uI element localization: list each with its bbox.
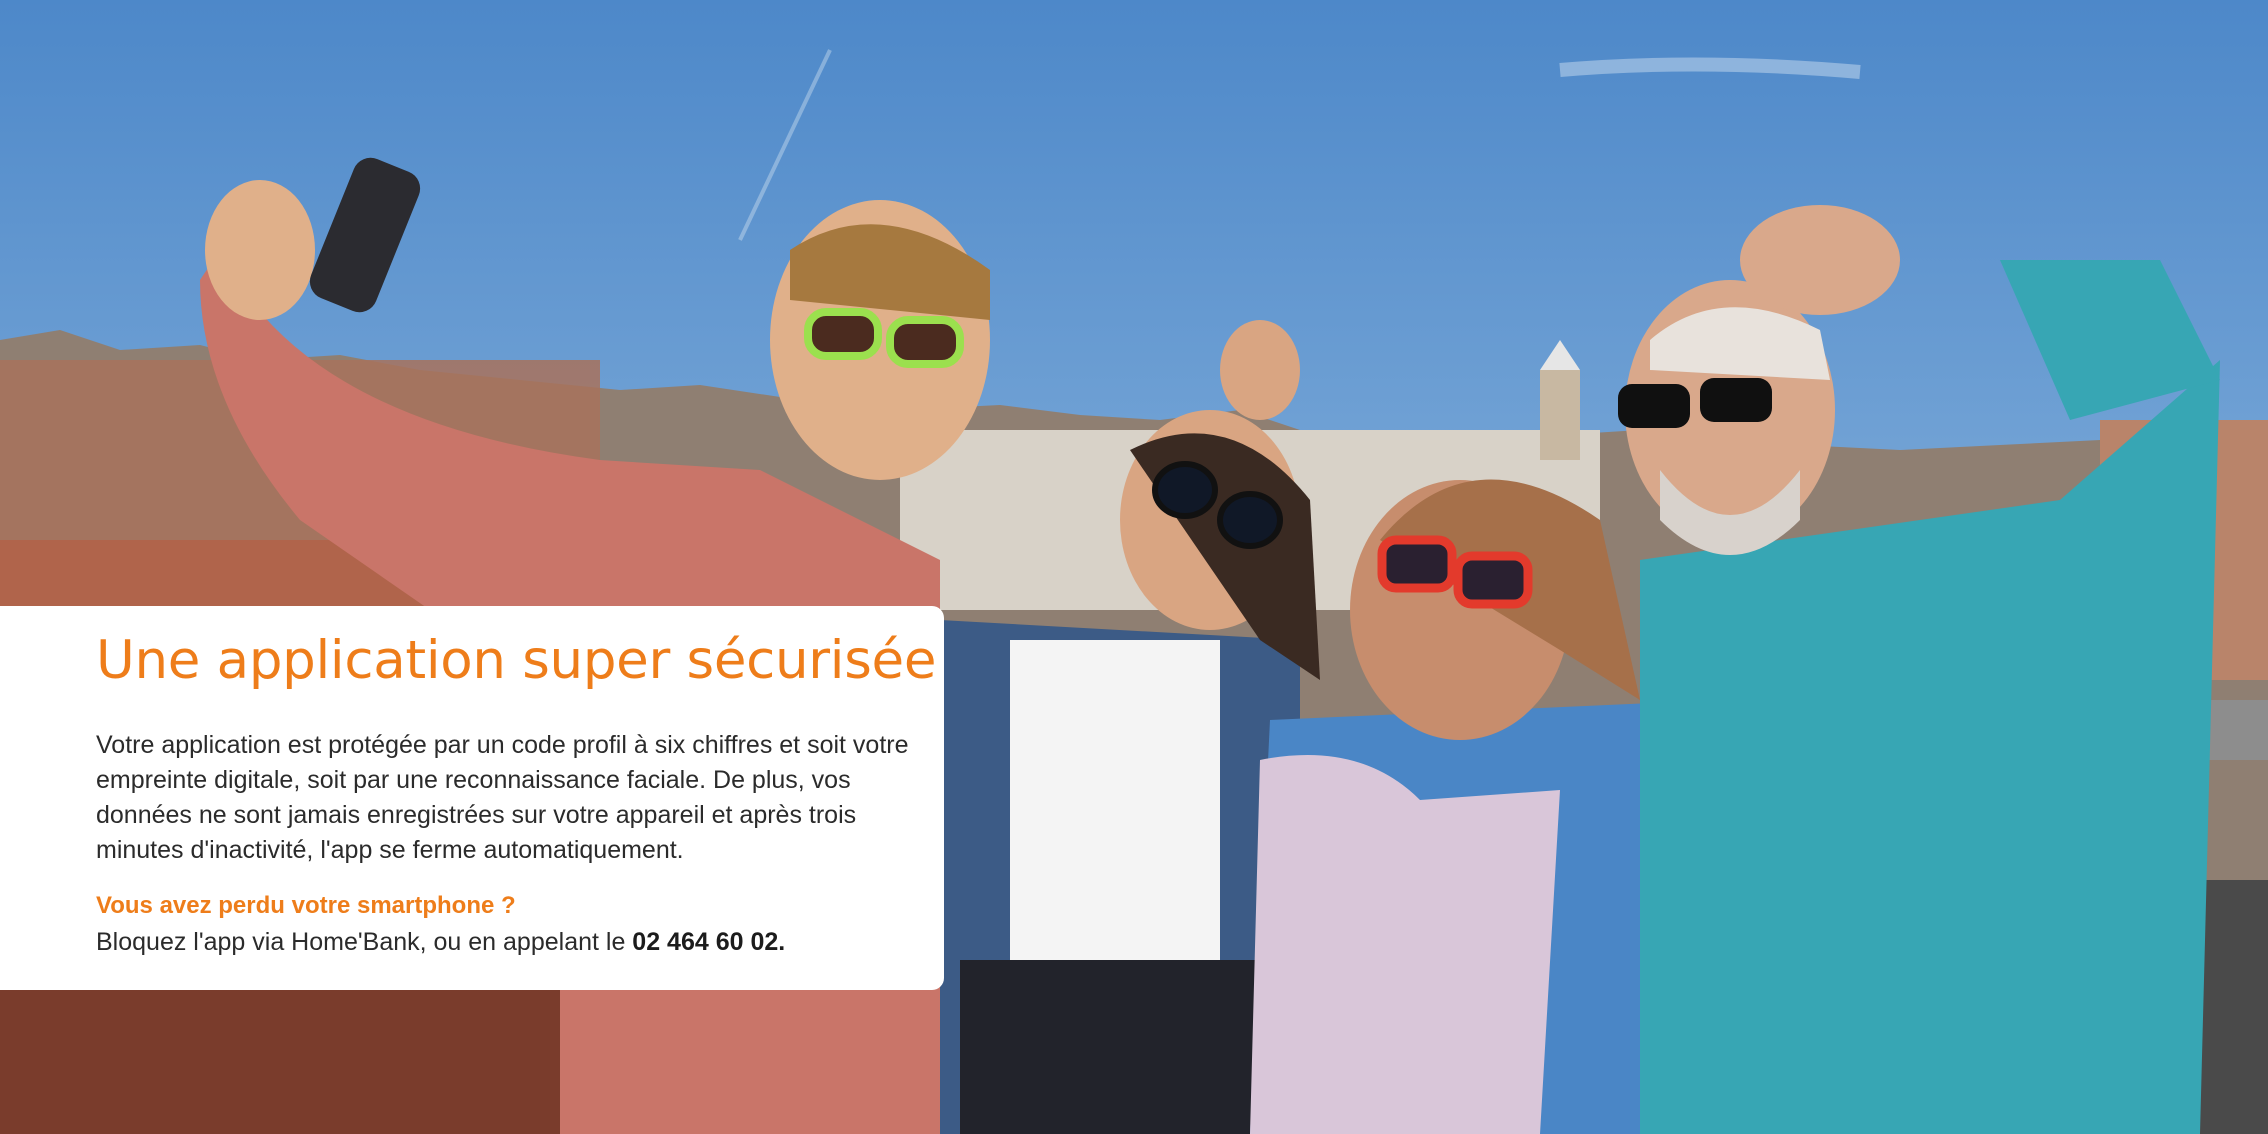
lost-phone-text: Bloquez l'app via Home'Bank, ou en appel… [96, 928, 633, 956]
lost-phone-question: Vous avez perdu votre smartphone ? [96, 892, 516, 919]
roof-bottom [0, 990, 620, 1134]
headline: Une application super sécurisée [96, 630, 937, 691]
info-card: Une application super sécurisée Votre ap… [0, 606, 944, 990]
phone-number[interactable]: 02 464 60 02. [632, 928, 785, 956]
body-text: Votre application est protégée par un co… [96, 731, 909, 864]
tower [1540, 370, 1580, 460]
lost-phone-line: Bloquez l'app via Home'Bank, ou en appel… [96, 928, 785, 957]
